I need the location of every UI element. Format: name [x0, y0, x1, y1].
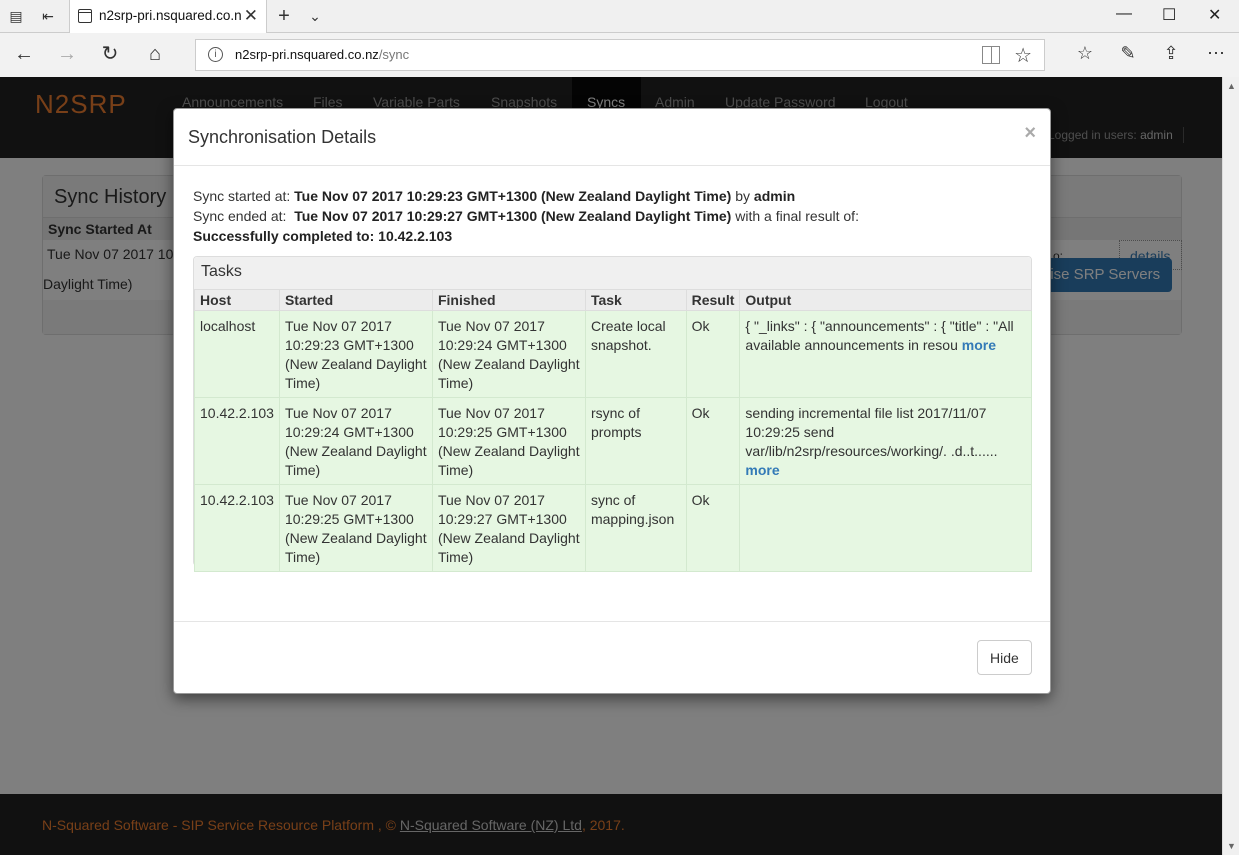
- cell-finished: Tue Nov 07 2017 10:29:27 GMT+1300 (New Z…: [431, 484, 586, 572]
- column-header-task: Task: [584, 289, 687, 311]
- minimize-icon[interactable]: —: [1116, 5, 1132, 23]
- cell-task: rsync of prompts: [584, 397, 687, 485]
- column-header-output: Output: [739, 289, 1032, 311]
- tasks-header: Tasks: [194, 257, 1031, 290]
- tasks-table: Host Started Finished Task Result Output…: [194, 289, 1032, 572]
- forward-icon[interactable]: →: [55, 43, 79, 65]
- cell-task: Create local snapshot.: [584, 310, 687, 398]
- hide-button[interactable]: Hide: [977, 640, 1032, 675]
- table-row: 10.42.2.103 Tue Nov 07 2017 10:29:24 GMT…: [194, 397, 1032, 485]
- browser-nav-bar: ← → ↻ ⌂ i n2srp-pri.nsquared.co.nz/sync …: [0, 33, 1239, 77]
- reading-view-icon[interactable]: [982, 46, 1000, 64]
- close-icon[interactable]: ×: [1024, 122, 1036, 145]
- column-header-result: Result: [685, 289, 741, 311]
- sync-details-modal: Synchronisation Details × Sync started a…: [173, 108, 1051, 694]
- cell-output: { "_links" : { "announcements" : { "titl…: [739, 310, 1032, 398]
- cell-host: 10.42.2.103: [194, 484, 280, 572]
- set-tabs-aside-icon[interactable]: ⇤: [38, 6, 58, 26]
- cell-task: sync of mapping.json: [584, 484, 687, 572]
- modal-footer: [174, 621, 1050, 622]
- site-info-icon[interactable]: i: [208, 47, 223, 62]
- web-note-icon[interactable]: ✎: [1115, 43, 1141, 64]
- maximize-icon[interactable]: ☐: [1162, 5, 1176, 25]
- tab-manager-icon[interactable]: ▤: [6, 6, 26, 26]
- home-icon[interactable]: ⌂: [143, 43, 167, 65]
- sync-started-line: Sync started at: Tue Nov 07 2017 10:29:2…: [193, 188, 796, 204]
- tasks-panel: Tasks Host Started Finished Task Result …: [193, 256, 1032, 572]
- tab-title: n2srp-pri.nsquared.co.n: [99, 8, 242, 23]
- cell-finished: Tue Nov 07 2017 10:29:24 GMT+1300 (New Z…: [431, 310, 586, 398]
- browser-tab-bar: ▤ ⇤ n2srp-pri.nsquared.co.n ✕ + ⌄ — ☐ ✕: [0, 0, 1239, 34]
- back-icon[interactable]: ←: [12, 43, 36, 65]
- more-link[interactable]: more: [745, 462, 779, 478]
- sync-result-line: Successfully completed to: 10.42.2.103: [193, 228, 453, 244]
- more-link[interactable]: more: [962, 337, 996, 353]
- cell-host: 10.42.2.103: [194, 397, 280, 485]
- favorites-hub-icon[interactable]: ☆: [1072, 43, 1098, 64]
- table-row: localhost Tue Nov 07 2017 10:29:23 GMT+1…: [194, 310, 1032, 398]
- close-window-icon[interactable]: ✕: [1208, 5, 1221, 25]
- modal-title: Synchronisation Details: [188, 127, 377, 147]
- web-page: N2SRP Announcements Files Variable Parts…: [0, 77, 1222, 855]
- cell-finished: Tue Nov 07 2017 10:29:25 GMT+1300 (New Z…: [431, 397, 586, 485]
- cell-output: sending incremental file list 2017/11/07…: [739, 397, 1032, 485]
- cell-result: Ok: [685, 310, 741, 398]
- cell-result: Ok: [685, 397, 741, 485]
- table-row: 10.42.2.103 Tue Nov 07 2017 10:29:25 GMT…: [194, 484, 1032, 572]
- sync-ended-line: Sync ended at: Tue Nov 07 2017 10:29:27 …: [193, 208, 859, 224]
- column-header-finished: Finished: [431, 289, 586, 311]
- cell-started: Tue Nov 07 2017 10:29:23 GMT+1300 (New Z…: [278, 310, 433, 398]
- tasks-table-header-row: Host Started Finished Task Result Output: [194, 289, 1032, 311]
- cell-started: Tue Nov 07 2017 10:29:25 GMT+1300 (New Z…: [278, 484, 433, 572]
- tab-preview-chevron-icon[interactable]: ⌄: [305, 6, 325, 26]
- scroll-up-icon[interactable]: ▲: [1227, 81, 1236, 91]
- address-url[interactable]: n2srp-pri.nsquared.co.nz/sync: [235, 47, 409, 62]
- favorite-star-icon[interactable]: ☆: [1014, 43, 1032, 68]
- column-header-host: Host: [194, 289, 280, 311]
- page-favicon-icon: [78, 9, 92, 23]
- scroll-down-icon[interactable]: ▼: [1227, 841, 1236, 851]
- browser-tab[interactable]: n2srp-pri.nsquared.co.n ✕: [69, 0, 267, 34]
- modal-header: Synchronisation Details ×: [174, 109, 1050, 166]
- close-tab-icon[interactable]: ✕: [244, 6, 258, 26]
- address-bar[interactable]: i n2srp-pri.nsquared.co.nz/sync ☆: [195, 39, 1045, 71]
- refresh-icon[interactable]: ↻: [98, 43, 122, 65]
- new-tab-icon[interactable]: +: [274, 6, 294, 26]
- cell-result: Ok: [685, 484, 741, 572]
- column-header-started: Started: [278, 289, 433, 311]
- tasks-title: Tasks: [201, 263, 242, 280]
- cell-output: [739, 484, 1032, 572]
- cell-host: localhost: [194, 310, 280, 398]
- page-scrollbar[interactable]: ▲ ▼: [1222, 77, 1239, 855]
- cell-started: Tue Nov 07 2017 10:29:24 GMT+1300 (New Z…: [278, 397, 433, 485]
- share-icon[interactable]: ⇪: [1158, 43, 1184, 64]
- more-menu-icon[interactable]: ⋯: [1203, 43, 1229, 64]
